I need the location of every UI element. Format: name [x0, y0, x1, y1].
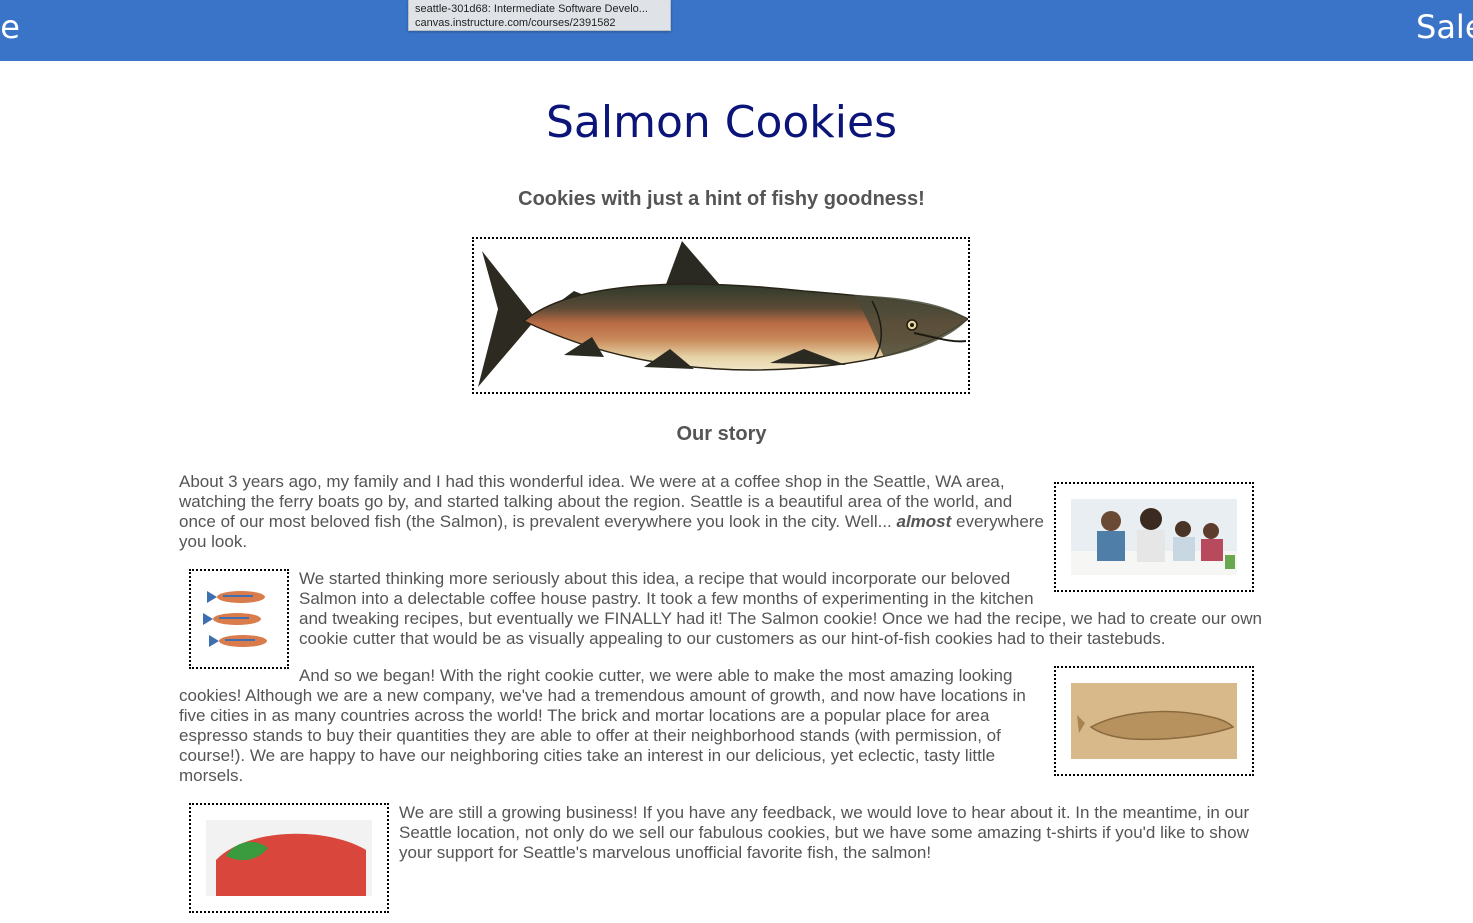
tooltip-url: canvas.instructure.com/courses/2391582	[415, 17, 616, 29]
salmon-cookie-image	[189, 803, 389, 913]
family-photo	[1071, 499, 1237, 575]
salmon-fish-group-image	[189, 569, 289, 669]
nav-link-home[interactable]: ne	[0, 8, 20, 46]
tagline: Cookies with just a hint of fishy goodne…	[518, 188, 925, 210]
story-content: About 3 years ago, my family and I had t…	[179, 472, 1264, 923]
cookie-cutter-image	[1054, 666, 1254, 776]
story-p1-emphasis: almost	[896, 512, 952, 531]
family-photo-image	[1054, 482, 1254, 592]
cookie-cutter-photo	[1071, 683, 1237, 759]
top-nav-bar: ne Sale	[0, 0, 1473, 61]
fish-icon-group	[203, 591, 267, 647]
section-title-our-story: Our story	[676, 423, 767, 445]
link-hover-tooltip: seattle-301d68: Intermediate Software De…	[408, 0, 671, 31]
salmon-cookie-photo	[206, 820, 372, 896]
salmon-illustration	[478, 241, 968, 387]
tooltip-title: seattle-301d68: Intermediate Software De…	[415, 3, 648, 15]
nav-link-sales[interactable]: Sale	[1416, 8, 1473, 46]
story-p1-text: About 3 years ago, my family and I had t…	[179, 472, 1013, 531]
page-title: Salmon Cookies	[545, 97, 898, 148]
hero-salmon-image	[472, 237, 970, 394]
